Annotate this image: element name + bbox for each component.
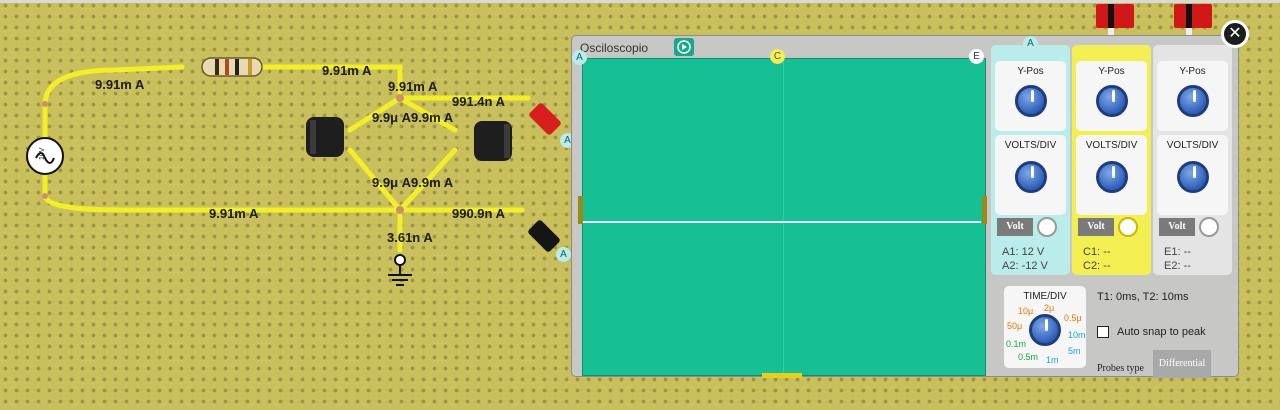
channel-panel-e[interactable]: Y-Pos VOLTS/DIV Volt E1: -- E2: -- <box>1153 45 1232 275</box>
source-label: 10V <box>39 147 46 160</box>
channel-toggle[interactable] <box>1118 217 1138 237</box>
volt-button[interactable]: Volt <box>1159 218 1195 236</box>
auto-snap-checkbox[interactable] <box>1097 326 1109 338</box>
ypos-dial[interactable] <box>1177 85 1209 117</box>
capacitor-left[interactable] <box>306 117 344 157</box>
marker-c[interactable]: C <box>770 49 785 64</box>
wire-current-label: 9.9μ A <box>372 110 412 125</box>
volts-knob-box[interactable]: VOLTS/DIV <box>1157 135 1228 215</box>
channel-readout-2: E2: -- <box>1164 260 1191 272</box>
volts-dial[interactable] <box>1015 161 1047 193</box>
channel-readout-2: A2: -12 V <box>1002 260 1048 272</box>
time-div-box[interactable]: TIME/DIV 10μ 2μ 0.5μ 50μ 10m 0.1m 5m 0.5… <box>1004 286 1086 368</box>
wire-current-label: 9.9m A <box>411 110 454 125</box>
ypos-knob-box[interactable]: Y-Pos <box>1076 61 1147 131</box>
time-div-dial[interactable] <box>1029 314 1061 346</box>
channel-panel-a[interactable]: A Y-Pos VOLTS/DIV Volt A1: 12 V A2: -12 … <box>991 36 1070 275</box>
channel-readout-1: C1: -- <box>1083 246 1111 258</box>
volt-button[interactable]: Volt <box>1078 218 1114 236</box>
time-tick: 10m <box>1068 330 1086 340</box>
screen-grid-line <box>783 59 784 375</box>
volts-dial[interactable] <box>1177 161 1209 193</box>
resistor[interactable] <box>201 57 263 77</box>
wire-current-label: 9.91m A <box>95 77 145 92</box>
wire-current-label: 9.91m A <box>388 79 438 94</box>
wire-current-label: 9.91m A <box>322 63 372 78</box>
wire-current-label: 3.61n A <box>387 230 433 245</box>
time-div-title: TIME/DIV <box>1023 291 1067 302</box>
ypos-knob-box[interactable]: Y-Pos <box>1157 61 1228 131</box>
auto-snap-option[interactable]: Auto snap to peak <box>1097 326 1206 338</box>
channel-tag: A <box>1023 36 1038 51</box>
wire-current-label: 990.9n A <box>452 206 505 221</box>
wire-current-label: 9.9μ A <box>372 175 412 190</box>
time-readout: T1: 0ms, T2: 10ms <box>1097 291 1189 303</box>
ypos-title: Y-Pos <box>1017 66 1044 77</box>
ypos-dial[interactable] <box>1015 85 1047 117</box>
wire-current-label: 9.91m A <box>209 206 259 221</box>
trigger-handle[interactable] <box>578 196 583 224</box>
volts-title: VOLTS/DIV <box>1085 140 1138 151</box>
channel-readout-1: A1: 12 V <box>1002 246 1045 258</box>
ypos-title: Y-Pos <box>1179 66 1206 77</box>
ypos-knob-box[interactable]: Y-Pos <box>995 61 1066 131</box>
time-tick: 0.5m <box>1018 352 1039 362</box>
probe-red-left[interactable] <box>528 102 562 136</box>
trigger-handle[interactable] <box>982 196 987 224</box>
ypos-dial[interactable] <box>1096 85 1128 117</box>
marker-e[interactable]: E <box>969 49 984 64</box>
wire-current-label: 991.4n A <box>452 94 505 109</box>
time-tick: 0.1m <box>1006 339 1027 349</box>
oscilloscope-title: Osciloscopio <box>580 41 649 55</box>
oscilloscope-panel[interactable]: Osciloscopio A C E A Y-Pos VOLTS/DIV Vol… <box>571 35 1239 378</box>
wire-current-label: 9.9m A <box>411 175 454 190</box>
channel-readout-2: C2: -- <box>1083 260 1111 272</box>
time-tick: 5m <box>1068 346 1081 356</box>
time-tick: 10μ <box>1018 306 1034 316</box>
junctions <box>42 94 404 214</box>
ypos-title: Y-Pos <box>1098 66 1125 77</box>
play-button[interactable] <box>674 38 694 56</box>
time-tick: 1m <box>1046 355 1059 365</box>
time-tick: 2μ <box>1044 303 1055 313</box>
volts-title: VOLTS/DIV <box>1166 140 1219 151</box>
channel-panel-c[interactable]: Y-Pos VOLTS/DIV Volt C1: -- C2: -- <box>1072 45 1151 275</box>
channel-toggle[interactable] <box>1037 217 1057 237</box>
oscilloscope-screen[interactable] <box>582 58 986 376</box>
volts-knob-box[interactable]: VOLTS/DIV <box>995 135 1066 215</box>
volts-knob-box[interactable]: VOLTS/DIV <box>1076 135 1147 215</box>
play-icon <box>677 40 691 54</box>
time-handle[interactable] <box>762 373 802 378</box>
probes-type-label: Probes type <box>1097 363 1144 374</box>
probe-tag: A <box>556 247 571 262</box>
time-tick: 50μ <box>1007 321 1023 331</box>
capacitor-right[interactable] <box>474 121 512 161</box>
marker-a[interactable]: A <box>572 50 587 65</box>
time-tick: 0.5μ <box>1064 313 1082 323</box>
close-icon[interactable]: ✕ <box>1221 20 1249 48</box>
trace-line <box>583 221 981 223</box>
volt-button[interactable]: Volt <box>997 218 1033 236</box>
volts-title: VOLTS/DIV <box>1004 140 1057 151</box>
auto-snap-label: Auto snap to peak <box>1117 326 1206 338</box>
channel-toggle[interactable] <box>1199 217 1219 237</box>
channel-readout-1: E1: -- <box>1164 246 1191 258</box>
wire-left-bottom <box>42 169 403 213</box>
probe-black-left[interactable] <box>527 219 561 253</box>
probes-type-button[interactable]: Differential <box>1153 350 1211 378</box>
volts-dial[interactable] <box>1096 161 1128 193</box>
ground-symbol[interactable] <box>388 254 412 286</box>
